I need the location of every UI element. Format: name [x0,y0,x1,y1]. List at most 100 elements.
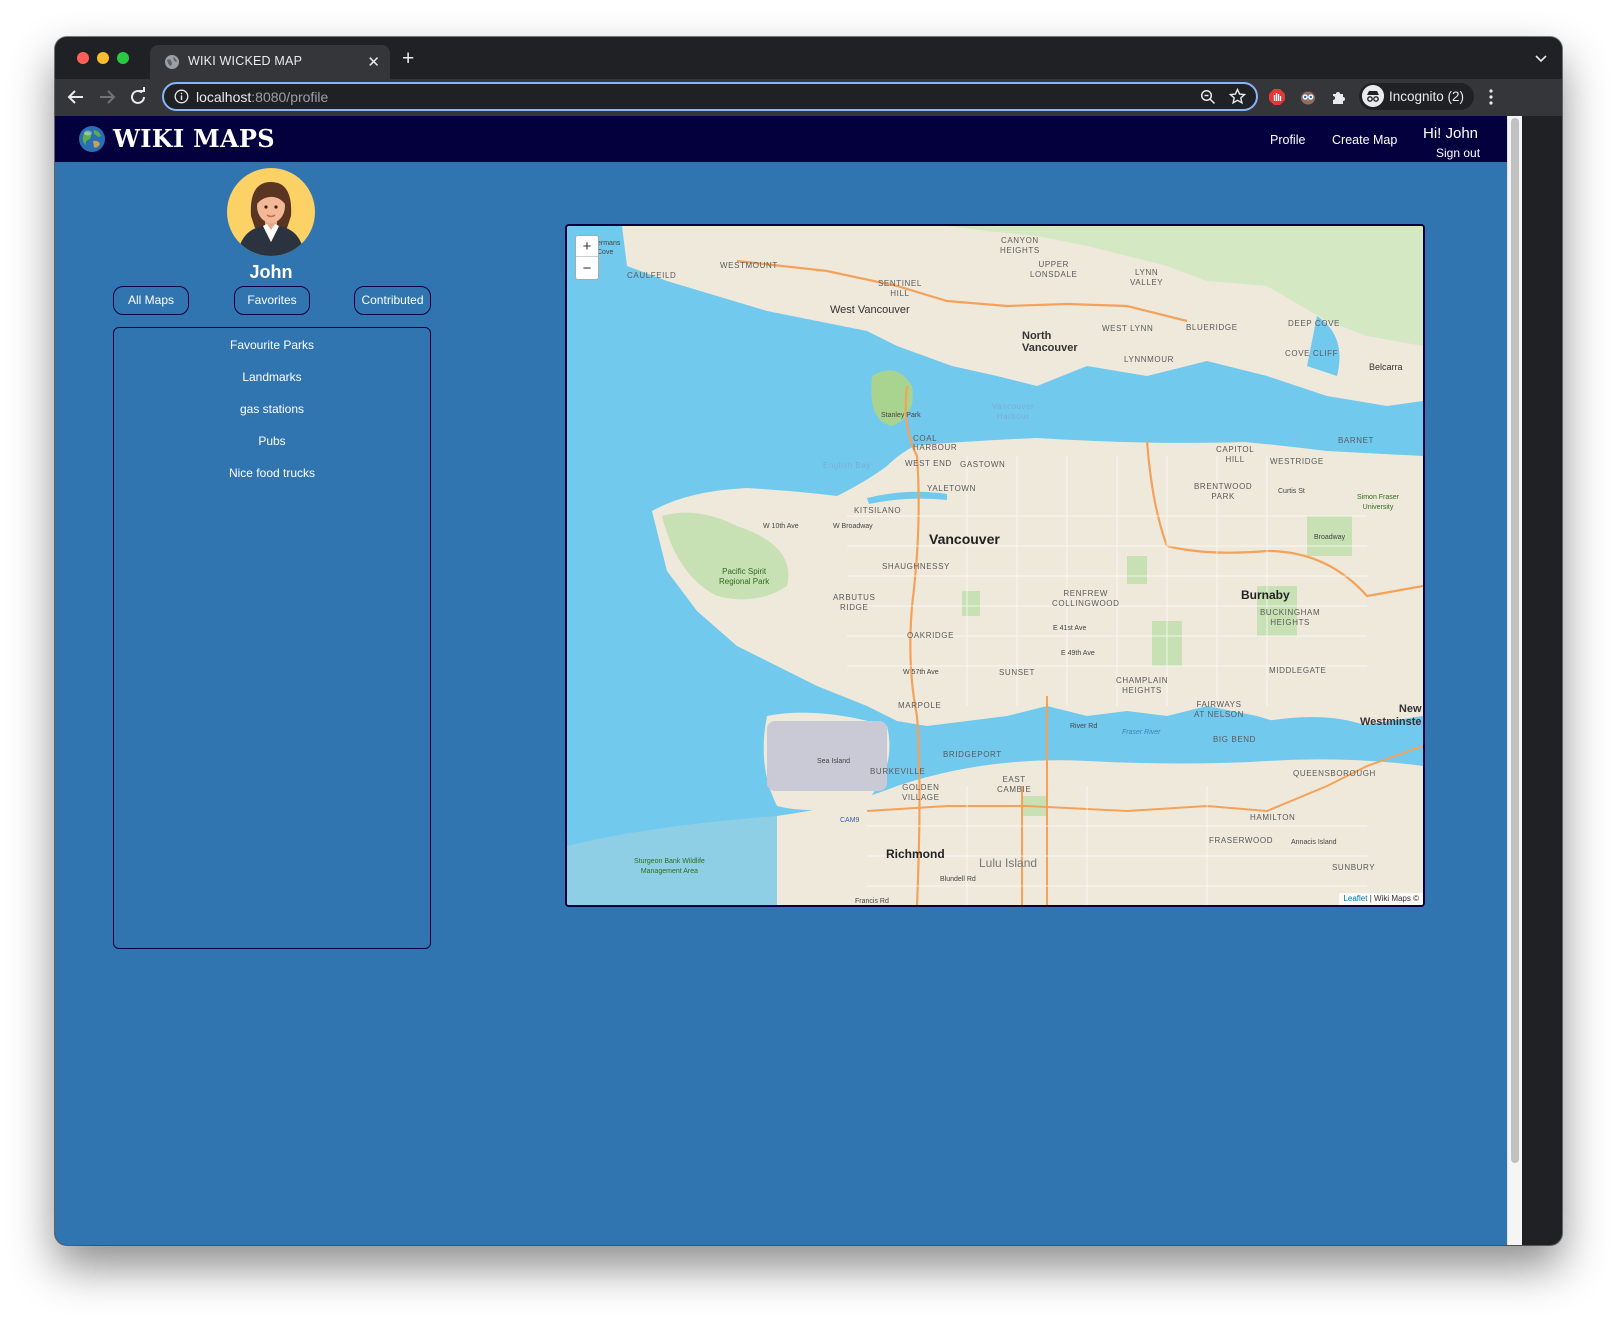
owl-extension-icon[interactable] [1299,88,1317,106]
sign-out-link[interactable]: Sign out [1436,146,1480,160]
map-label-lulu-island: Lulu Island [979,856,1038,870]
map-label-francis-rd: Francis Rd [855,898,889,905]
map-label-canyon-heights: CANYON HEIGHTS [1000,236,1040,255]
map-label-west-vancouver: West Vancouver [830,304,910,316]
map-view[interactable]: Vancouver North Vancouver West Vancouver… [565,224,1425,907]
map-label-sea-island: Sea Island [817,758,851,765]
zoom-magnifier-icon[interactable] [1200,89,1216,105]
close-window-button[interactable] [77,52,89,64]
map-label-lynnmour: LYNNMOUR [1124,355,1174,364]
zoom-out-button[interactable]: − [576,258,598,279]
close-tab-icon[interactable]: ✕ [367,53,380,71]
map-list-item[interactable]: Favourite Parks [114,338,430,352]
page-scrollbar[interactable] [1507,116,1522,1245]
map-label-west-lynn: WEST LYNN [1102,324,1154,333]
bookmark-star-icon[interactable] [1229,88,1246,105]
puzzle-extensions-icon[interactable] [1330,88,1348,106]
back-arrow-icon[interactable] [65,86,87,108]
map-label-shaughnessy: SHAUGHNESSY [882,562,950,571]
profile-link[interactable]: Profile [1270,133,1305,147]
map-label-golden-village: GOLDEN VILLAGE [902,783,940,802]
map-attribution: Leaflet | Wiki Maps © [1339,893,1423,905]
map-label-w-broadway: W Broadway [833,523,873,530]
map-label-e-41st-ave: E 41st Ave [1053,625,1087,632]
forward-arrow-icon[interactable] [96,86,118,108]
attribution-text: | Wiki Maps © [1367,894,1419,903]
map-label-gastown: GASTOWN [960,460,1006,469]
favorites-tab[interactable]: Favorites [234,286,310,315]
map-label-yaletown: YALETOWN [927,484,976,493]
map-label-sunbury: SUNBURY [1332,863,1376,872]
map-label-renfrew-collingwood: RENFREW COLLINGWOOD [1052,589,1120,608]
map-label-coal-harbour: COAL HARBOUR [913,434,958,452]
map-label-blundell-rd: Blundell Rd [940,876,976,883]
leaflet-link[interactable]: Leaflet [1343,894,1367,903]
create-map-link[interactable]: Create Map [1332,133,1397,147]
map-label-stanley-park: Stanley Park [881,412,921,419]
address-bar[interactable]: localhost:8080/profile [162,82,1258,111]
map-label-blueridge: BLUERIDGE [1186,323,1238,332]
incognito-label: Incognito (2) [1389,89,1465,104]
map-label-pacific-spirit-park: Pacific Spirit Regional Park [719,567,770,586]
brand-name: WIKI MAPS [113,124,275,153]
map-label-broadway: Broadway [1314,534,1346,541]
map-label-annacis-island: Annacis Island [1291,839,1337,846]
map-label-burkeville: BURKEVILLE [870,767,926,776]
reload-icon[interactable] [127,86,149,108]
map-label-queensborough: QUEENSBOROUGH [1293,769,1376,778]
chevron-down-icon[interactable] [1534,51,1548,65]
map-label-fairways: FAIRWAYS AT NELSON [1194,700,1245,719]
map-label-arbutus-ridge: ARBUTUS RIDGE [833,593,876,612]
tab-strip: WIKI WICKED MAP ✕ + [55,37,1562,79]
map-label-caulfeild: CAULFEILD [627,271,677,280]
map-label-bridgeport: BRIDGEPORT [943,750,1002,759]
scrollbar-thumb[interactable] [1511,118,1519,1163]
map-label-cove: ermans Cove [597,240,621,256]
browser-tab[interactable]: WIKI WICKED MAP ✕ [150,45,390,79]
map-label-new-westminster: New Westminste [1360,703,1422,728]
map-label-fraser-river: Fraser River [1122,729,1161,736]
map-label-kitsilano: KITSILANO [854,506,902,515]
map-label-east-cambie: EAST CAMBIE [997,775,1032,794]
info-icon[interactable] [174,89,189,104]
map-label-w-57th-ave: W 57th Ave [903,669,939,676]
tab-title: WIKI WICKED MAP [188,54,303,68]
brand-logo[interactable]: WIKI MAPS [78,124,275,153]
minimize-window-button[interactable] [97,52,109,64]
map-label-westridge: WESTRIDGE [1270,457,1324,466]
map-list-item[interactable]: Nice food trucks [114,466,430,480]
new-tab-button[interactable]: + [402,47,414,71]
browser-menu-icon[interactable] [1489,89,1493,105]
profile-username: John [249,262,293,282]
map-label-north-vancouver: North Vancouver [1022,330,1078,354]
map-label-marpole: MARPOLE [898,701,942,710]
map-label-cove-cliff: COVE CLIFF [1285,349,1339,358]
map-zoom-control: + − [575,235,599,280]
map-label-champlain-heights: CHAMPLAIN HEIGHTS [1116,676,1169,695]
map-label-brentwood-park: BRENTWOOD PARK [1194,482,1253,501]
map-label-richmond: Richmond [886,847,945,861]
map-label-oakridge: OAKRIDGE [907,631,955,640]
map-label-burnaby: Burnaby [1241,588,1290,602]
map-label-west-end: WEST END [905,459,952,468]
map-label-fraserwood: FRASERWOOD [1209,836,1274,845]
map-label-middlegate: MIDDLEGATE [1269,666,1327,675]
incognito-profile-button[interactable]: Incognito (2) [1359,83,1474,110]
contributed-tab[interactable]: Contributed [354,286,431,315]
map-label-river-rd: River Rd [1070,723,1098,730]
map-list-item[interactable]: gas stations [114,402,430,416]
maximize-window-button[interactable] [117,52,129,64]
map-label-cam: CAM9 [840,817,860,824]
adblock-extension-icon[interactable] [1268,88,1286,106]
map-list-item[interactable]: Landmarks [114,370,430,384]
user-avatar [227,168,315,256]
zoom-in-button[interactable]: + [576,236,598,257]
address-url: localhost:8080/profile [196,89,329,105]
globe-logo-icon [79,125,105,152]
top-navbar: WIKI MAPS Profile Create Map Hi! John Si… [55,116,1507,162]
greeting-text: Hi! John [1423,125,1479,142]
browser-toolbar: localhost:8080/profile Incognito (2) [55,79,1562,116]
all-maps-tab[interactable]: All Maps [113,286,189,315]
map-list-item[interactable]: Pubs [114,434,430,448]
map-label-w-10th-ave: W 10th Ave [763,523,799,530]
